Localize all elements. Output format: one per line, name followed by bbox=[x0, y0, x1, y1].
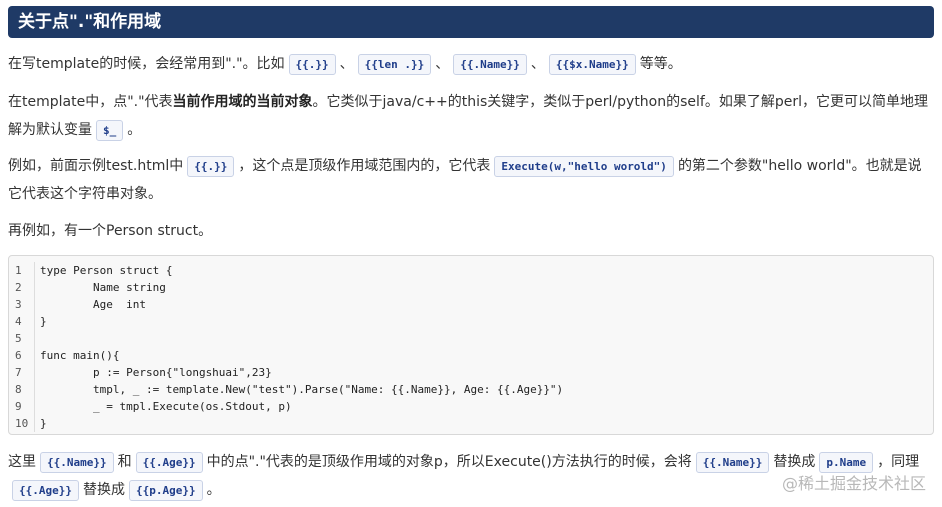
code-line: 4} bbox=[9, 313, 933, 330]
code-text: _ = tmpl.Execute(os.Stdout, p) bbox=[40, 400, 292, 413]
code-text: } bbox=[40, 315, 47, 328]
inline-code: {{.Name}} bbox=[453, 53, 527, 75]
inline-code: Execute(w,"hello worold") bbox=[494, 155, 674, 177]
code-line: 3 Age int bbox=[9, 296, 933, 313]
code-line: 8 tmpl, _ := template.New("test").Parse(… bbox=[9, 381, 933, 398]
code-line: 2 Name string bbox=[9, 279, 933, 296]
line-number: 9 bbox=[9, 398, 35, 415]
code-text: Age int bbox=[40, 298, 146, 311]
code-text: } bbox=[40, 417, 47, 430]
inline-code: {{p.Age}} bbox=[128, 479, 203, 501]
paragraph-example: 例如，前面示例test.html中 {{.}} ，这个点是顶级作用域范围内的，它代表… bbox=[8, 152, 934, 208]
code-text: tmpl, _ := template.New("test").Parse("N… bbox=[40, 383, 564, 396]
code-block: 1 type Person struct { 2 Name string 3 Ag… bbox=[8, 255, 934, 435]
inline-code: {{.Name}} bbox=[40, 451, 114, 473]
section-heading: 关于点"."和作用域 bbox=[8, 6, 934, 38]
line-number: 6 bbox=[9, 347, 35, 364]
code-text: type Person struct { bbox=[40, 264, 173, 277]
text: 在template中，点"."代表 bbox=[8, 94, 173, 110]
code-line: 10} bbox=[9, 415, 933, 432]
line-number: 1 bbox=[9, 262, 35, 279]
text: 、 bbox=[339, 56, 354, 72]
inline-code: {{$x.Name}} bbox=[548, 53, 636, 75]
paragraph-dot-meaning: 在template中，点"."代表当前作用域的当前对象。它类似于java/c++… bbox=[8, 88, 934, 144]
watermark: @稀土掘金技术社区 bbox=[781, 474, 926, 493]
paragraph-dot-usage: 在写template的时候，会经常用到"."。比如 {{.}}、 {{len .}}… bbox=[8, 50, 934, 78]
bold-text: 当前作用域的当前对象 bbox=[172, 94, 313, 110]
text: 。 bbox=[206, 482, 221, 498]
line-number: 10 bbox=[9, 415, 35, 432]
inline-code: {{.Age}} bbox=[135, 451, 203, 473]
text: 中的点"."代表的是顶级作用域的对象p，所以Execute()方法执行的时候，会… bbox=[206, 454, 692, 470]
code-line: 1 type Person struct { bbox=[9, 262, 933, 279]
code-text: p := Person{"longshuai",23} bbox=[40, 366, 272, 379]
line-number: 7 bbox=[9, 364, 35, 381]
text: ，这个点是顶级作用域范围内的，它代表 bbox=[238, 158, 491, 174]
text: 替换成 bbox=[773, 454, 816, 470]
code-text: Name string bbox=[40, 281, 166, 294]
code-line: 6 func main(){ bbox=[9, 347, 933, 364]
code-text: func main(){ bbox=[40, 349, 120, 362]
text: 。 bbox=[127, 122, 142, 138]
paragraph-person-struct: 再例如，有一个Person struct。 bbox=[8, 223, 213, 239]
text: 和 bbox=[117, 454, 132, 470]
inline-code: {{len .}} bbox=[357, 53, 432, 75]
text: 等等。 bbox=[639, 56, 682, 72]
code-line: 5 bbox=[9, 330, 933, 347]
inline-code: $_ bbox=[96, 119, 124, 141]
line-number: 8 bbox=[9, 381, 35, 398]
text: 例如，前面示例test.html中 bbox=[8, 158, 184, 174]
text: 在写template的时候，会经常用到"."。比如 bbox=[8, 56, 285, 72]
inline-code: {{.}} bbox=[187, 155, 235, 177]
inline-code: {{.}} bbox=[288, 53, 336, 75]
code-line: 9 _ = tmpl.Execute(os.Stdout, p) bbox=[9, 398, 933, 415]
inline-code: {{.Age}} bbox=[12, 479, 79, 501]
line-number: 5 bbox=[9, 330, 35, 347]
line-number: 2 bbox=[9, 279, 35, 296]
code-line: 7 p := Person{"longshuai",23} bbox=[9, 364, 933, 381]
line-number: 3 bbox=[9, 296, 35, 313]
text: 、 bbox=[530, 56, 545, 72]
text: 、 bbox=[435, 56, 450, 72]
line-number: 4 bbox=[9, 313, 35, 330]
text: ，同理 bbox=[877, 454, 920, 470]
text: 这里 bbox=[8, 454, 36, 470]
inline-code: {{.Name}} bbox=[695, 451, 770, 473]
text: 替换成 bbox=[82, 482, 125, 498]
